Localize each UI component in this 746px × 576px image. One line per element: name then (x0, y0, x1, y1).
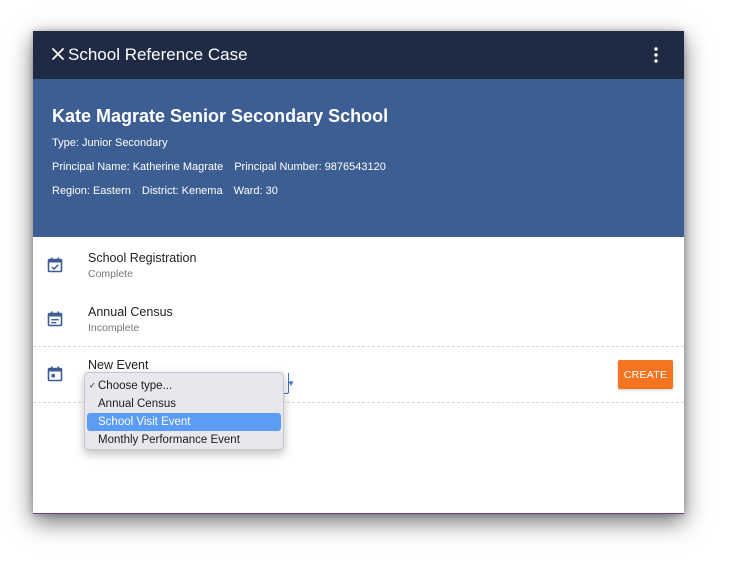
calendar-check-icon (47, 257, 63, 273)
option-annual-census[interactable]: Annual Census (87, 395, 281, 413)
event-status: Incomplete (88, 322, 140, 334)
principal-number: Principal Number: 9876543120 (234, 161, 386, 173)
region: Region: Eastern (52, 185, 131, 197)
principal-name: Principal Name: Katherine Magrate (52, 161, 224, 173)
calendar-today-icon (47, 366, 63, 382)
school-header: Kate Magrate Senior Secondary School Typ… (33, 79, 684, 237)
district: District: Kenema (141, 185, 223, 197)
case-window: School Reference Case Kate Magrate Senio… (33, 31, 684, 514)
event-type-dropdown: ✓ Choose type... Annual Census School Vi… (84, 372, 284, 450)
event-row-annual-census[interactable]: Annual Census Incomplete (33, 291, 684, 346)
school-name: Kate Magrate Senior Secondary School (52, 106, 389, 126)
calendar-notes-icon (47, 311, 63, 327)
new-event-label: New Event (88, 358, 149, 372)
event-row-school-registration[interactable]: School Registration Complete (33, 237, 684, 291)
location-info: Region: Eastern District: Kenema Ward: 30 (52, 184, 278, 198)
checkmark-icon: ✓ (89, 381, 96, 390)
option-school-visit-event[interactable]: School Visit Event (87, 413, 281, 431)
event-status: Complete (88, 268, 133, 280)
top-app-bar: School Reference Case (33, 31, 684, 79)
more-vertical-icon[interactable] (649, 46, 663, 64)
create-button[interactable]: CREATE (618, 360, 673, 389)
option-monthly-performance-event[interactable]: Monthly Performance Event (87, 431, 281, 449)
event-title: School Registration (88, 251, 197, 265)
option-choose-type[interactable]: ✓ Choose type... (87, 377, 281, 395)
principal-info: Principal Name: Katherine Magrate Princip… (52, 160, 386, 174)
school-type: Type: Junior Secondary (52, 137, 168, 149)
page-title: School Reference Case (68, 45, 248, 64)
select-arrow-icon[interactable]: ▼ (287, 379, 295, 388)
event-title: Annual Census (88, 305, 173, 319)
close-icon[interactable] (51, 47, 65, 61)
ward: Ward: 30 (233, 185, 278, 197)
